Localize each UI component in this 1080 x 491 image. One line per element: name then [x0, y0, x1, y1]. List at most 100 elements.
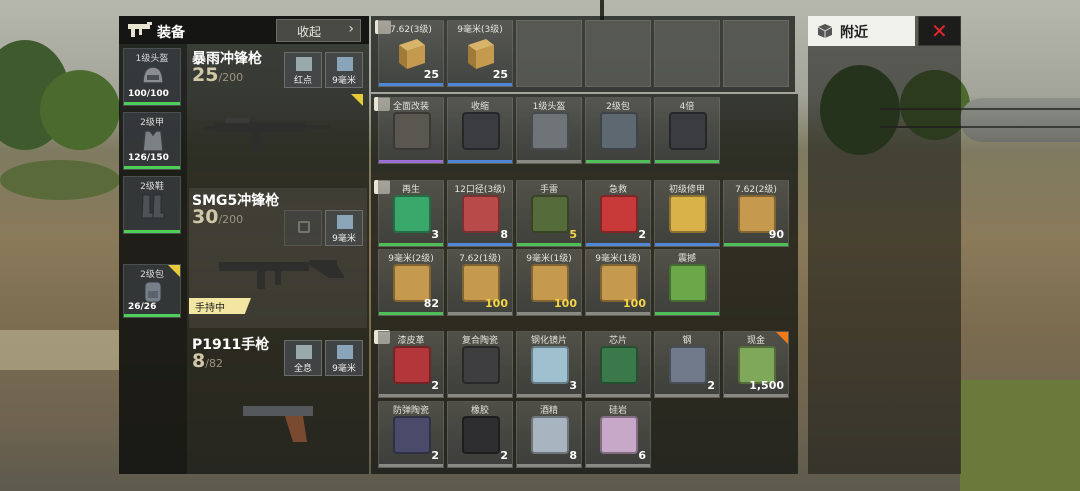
- item-name: 钢: [682, 336, 692, 346]
- attachment-slot-sight[interactable]: 全息: [284, 340, 322, 376]
- item-cell[interactable]: 收缩: [447, 97, 513, 164]
- item-count: 25: [492, 68, 508, 81]
- vest-slot[interactable]: 2级甲 126/150: [123, 112, 181, 170]
- item-cell[interactable]: 震撼: [654, 249, 720, 316]
- item-cell[interactable]: 芯片: [585, 331, 651, 398]
- item-name: 12口径(3级): [454, 185, 506, 195]
- item-cell[interactable]: 再生 3: [378, 180, 444, 247]
- rarity-bar: [517, 464, 581, 467]
- item-name: 橡胶: [470, 406, 489, 416]
- tree: [40, 70, 120, 150]
- rarity-bar: [586, 160, 650, 163]
- item-cell[interactable]: 1级头盔: [516, 97, 582, 164]
- rarity-bar: [379, 394, 443, 397]
- item-name: 手雷: [539, 185, 558, 195]
- item-count: 25: [423, 68, 439, 81]
- attachment-slot-sight[interactable]: 红点: [284, 52, 322, 88]
- item-name: 1级头盔: [532, 102, 566, 112]
- lens-icon: [531, 346, 569, 384]
- collapse-button[interactable]: 收起 ›: [276, 19, 361, 42]
- item-name: 急救: [608, 185, 627, 195]
- armor-slots: 1级头盔 100/100 2级甲 126/150 2级鞋 2级包 26/26: [119, 44, 187, 474]
- item-cell[interactable]: 7.62(1级) 100: [447, 249, 513, 316]
- item-name: 9毫米(2级): [388, 254, 434, 264]
- empty-cell: [585, 20, 651, 87]
- close-button[interactable]: ✕: [918, 16, 961, 46]
- attachment-label: 9毫米: [332, 364, 356, 374]
- item-cell[interactable]: 防弹陶瓷 2: [378, 401, 444, 468]
- pistol-icon: [243, 406, 313, 442]
- vest-icon: [142, 130, 164, 152]
- item-cell[interactable]: 9毫米(3级) 25: [447, 20, 513, 87]
- item-cell[interactable]: 钢化镜片 3: [516, 331, 582, 398]
- helmet-slot[interactable]: 1级头盔 100/100: [123, 48, 181, 106]
- item-cell[interactable]: 复合陶瓷: [447, 331, 513, 398]
- weapon-slot-3[interactable]: P1911手枪 8/82 全息 9毫米: [189, 332, 367, 472]
- item-cell[interactable]: 9毫米(1级) 100: [516, 249, 582, 316]
- holo-sight-icon: [296, 345, 312, 359]
- new-item-flag: [351, 94, 363, 106]
- item-cell[interactable]: 全面改装: [378, 97, 444, 164]
- weapon-ammo: 25/200: [192, 64, 244, 86]
- item-cell[interactable]: 钢2: [654, 331, 720, 398]
- item-name: 复合陶瓷: [461, 336, 498, 346]
- scope-icon: [669, 112, 707, 150]
- rarity-bar: [655, 243, 719, 246]
- item-cell[interactable]: 4倍: [654, 97, 720, 164]
- rarity-bar: [379, 83, 443, 86]
- item-cell[interactable]: 硅岩 6: [585, 401, 651, 468]
- item-cell[interactable]: 急救 2: [585, 180, 651, 247]
- item-count: 100: [554, 297, 577, 310]
- item-cell[interactable]: 12口径(3级) 8: [447, 180, 513, 247]
- weapon-slot-1[interactable]: 暴雨冲锋枪 25/200 红点 9毫米: [189, 46, 367, 186]
- boots-slot[interactable]: 2级鞋: [123, 176, 181, 234]
- attachment-slot-ammo[interactable]: 9毫米: [325, 340, 363, 376]
- uzi-smg-icon: [205, 118, 331, 154]
- rarity-bar: [655, 394, 719, 397]
- empty-cell: [654, 20, 720, 87]
- item-cell[interactable]: 漆皮革 2: [378, 331, 444, 398]
- item-count: 82: [423, 297, 439, 310]
- suppressor-icon: [462, 112, 500, 150]
- item-cell[interactable]: 初级修甲: [654, 180, 720, 247]
- item-cell[interactable]: 橡胶 2: [447, 401, 513, 468]
- item-cell[interactable]: 现金 1,500: [723, 331, 789, 398]
- attachment-slot-ammo[interactable]: 9毫米: [325, 52, 363, 88]
- rarity-bar: [586, 243, 650, 246]
- item-count: 5: [569, 228, 577, 241]
- leather-icon: [393, 346, 431, 384]
- rarity-bar: [586, 394, 650, 397]
- item-name: 钢化镜片: [530, 336, 567, 346]
- weapon-ammo: 30/200: [192, 206, 244, 228]
- rarity-bar: [448, 394, 512, 397]
- box-icon: [817, 24, 833, 38]
- item-count: 2: [638, 228, 646, 241]
- item-cell[interactable]: 9毫米(2级) 82: [378, 249, 444, 316]
- armor-durability: 100/100: [128, 89, 169, 99]
- item-cell[interactable]: 2级包: [585, 97, 651, 164]
- ground-items: 全面改装 收缩 1级头盔 2级包 4倍 再生 3 12口径(3级) 8 手雷 5 急救 2 初级修甲 7.6…: [371, 94, 798, 474]
- ceramic-icon: [462, 346, 500, 384]
- item-name: 7.62(2级): [735, 185, 777, 195]
- item-cell[interactable]: 7.62(3级) 25: [378, 20, 444, 87]
- item-count: 100: [485, 297, 508, 310]
- item-cell[interactable]: 手雷 5: [516, 180, 582, 247]
- rarity-bar: [448, 464, 512, 467]
- rarity-bar: [724, 243, 788, 246]
- backpack-slot[interactable]: 2级包 26/26: [123, 264, 181, 318]
- weapon-slot-2[interactable]: SMG5冲锋枪 30/200 9毫米 手持中: [189, 188, 367, 328]
- rarity-bar: [448, 312, 512, 315]
- stun-grenade-icon: [669, 264, 707, 302]
- item-cell[interactable]: 酒精 8: [516, 401, 582, 468]
- item-cell[interactable]: 9毫米(1级) 100: [585, 249, 651, 316]
- rubber-icon: [462, 416, 500, 454]
- steel-icon: [669, 346, 707, 384]
- attachment-slot-ammo[interactable]: 9毫米: [325, 210, 363, 246]
- attachment-slot-locked[interactable]: [284, 210, 322, 246]
- item-name: 漆皮革: [397, 336, 425, 346]
- empty-cell: [723, 20, 789, 87]
- collapse-label: 收起: [297, 25, 322, 39]
- item-cell[interactable]: 7.62(2级) 90: [723, 180, 789, 247]
- item-count: 100: [623, 297, 646, 310]
- nearby-tab[interactable]: 附近: [808, 16, 915, 46]
